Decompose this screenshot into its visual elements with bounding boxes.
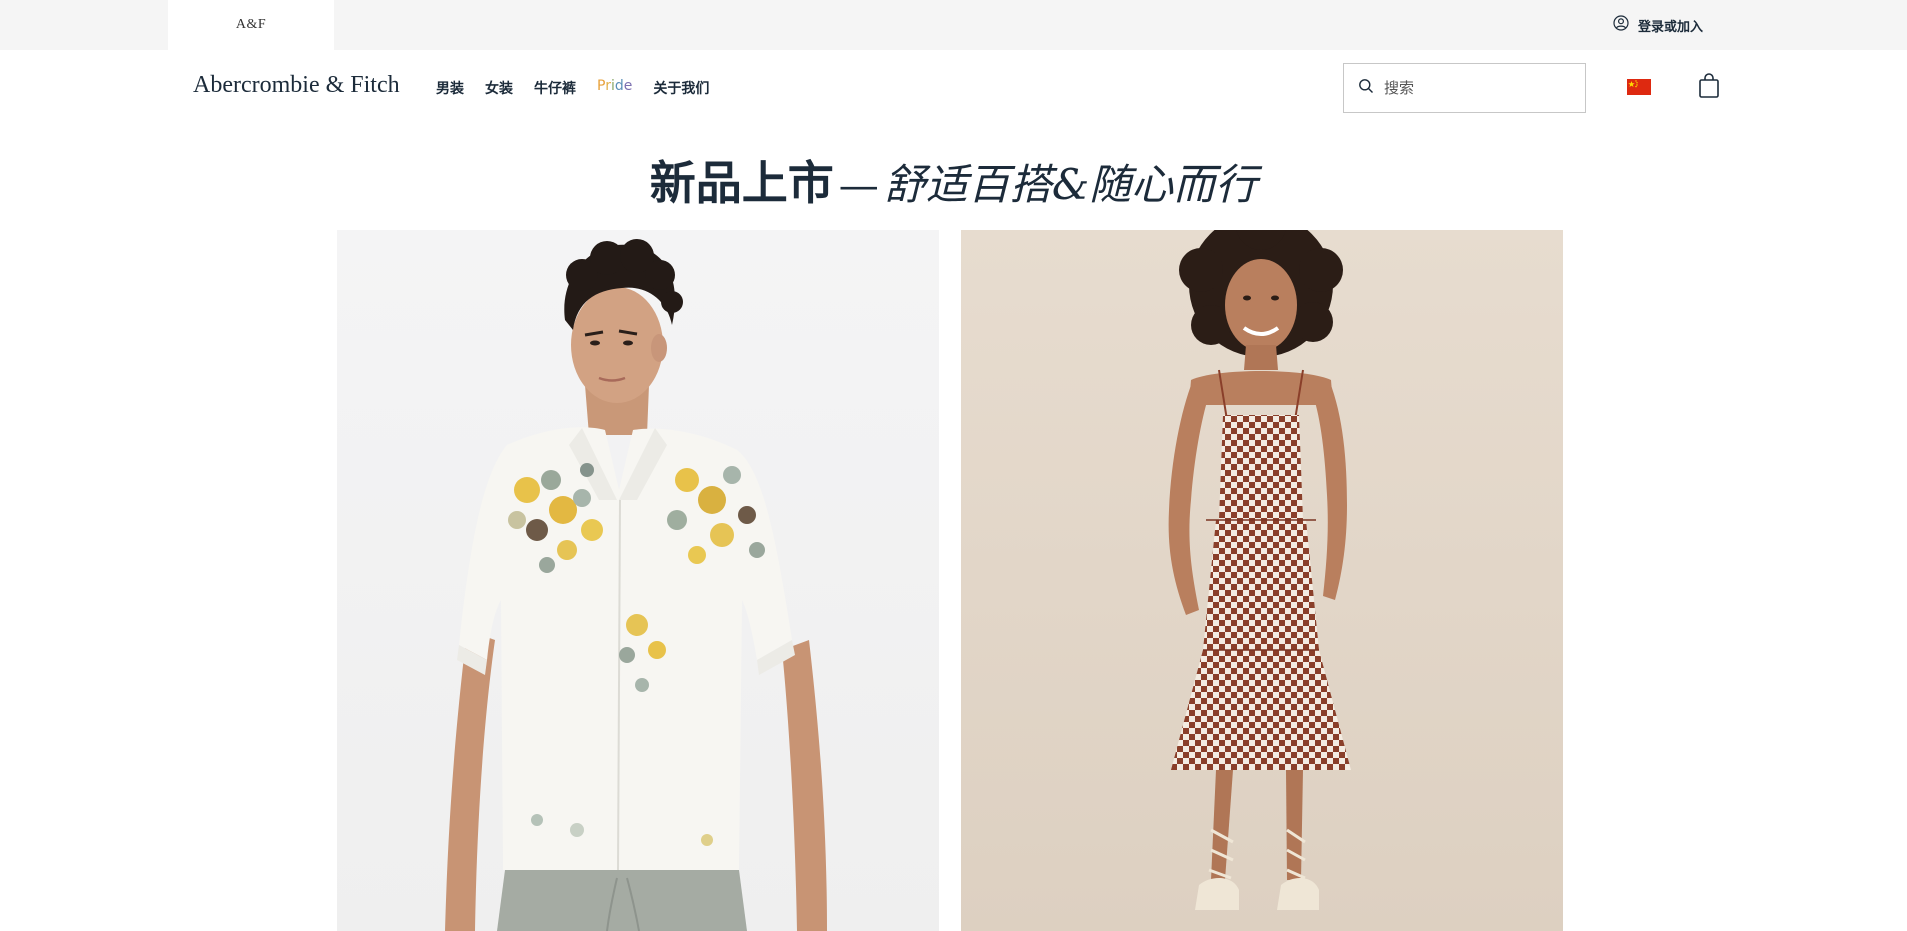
login-button[interactable]: 登录或加入 <box>1613 15 1703 35</box>
search-box[interactable] <box>1343 63 1586 113</box>
brand-tab-af[interactable]: A&F <box>168 0 334 50</box>
search-input[interactable] <box>1384 79 1564 97</box>
nav-item-pride[interactable]: Pride <box>597 78 632 98</box>
pride-letter: d <box>614 78 624 94</box>
china-flag-icon[interactable] <box>1627 79 1651 95</box>
man-floral-shirt-photo <box>445 239 827 931</box>
login-label: 登录或加入 <box>1638 19 1704 35</box>
pride-letter: e <box>623 78 633 94</box>
shopping-bag-icon[interactable] <box>1698 73 1720 103</box>
search-icon <box>1358 78 1374 98</box>
main-nav: 男装 女装 牛仔裤 Pride 关于我们 <box>436 78 730 98</box>
product-card-women[interactable] <box>961 230 1563 931</box>
hero-headline: 新品上市 — 舒适百搭&随心而行 <box>0 147 1907 213</box>
user-icon <box>1613 15 1629 35</box>
nav-item-women[interactable]: 女装 <box>485 78 513 98</box>
product-card-men[interactable] <box>337 230 939 931</box>
headline-italic: 舒适百搭&随心而行 <box>883 160 1258 209</box>
headline-dash: — <box>838 163 879 209</box>
main-header: Abercrombie & Fitch 男装 女装 牛仔裤 Pride 关于我们 <box>0 50 1907 125</box>
woman-checkered-dress-photo <box>1168 230 1351 910</box>
pride-letter: P <box>597 78 606 94</box>
nav-item-jeans[interactable]: 牛仔裤 <box>534 78 576 98</box>
brand-logo[interactable]: Abercrombie & Fitch <box>193 72 400 99</box>
nav-item-about[interactable]: 关于我们 <box>653 78 709 98</box>
headline-bold: 新品上市 <box>649 156 834 210</box>
nav-item-men[interactable]: 男装 <box>436 78 464 98</box>
utility-bar: A&F 登录或加入 <box>0 0 1907 50</box>
